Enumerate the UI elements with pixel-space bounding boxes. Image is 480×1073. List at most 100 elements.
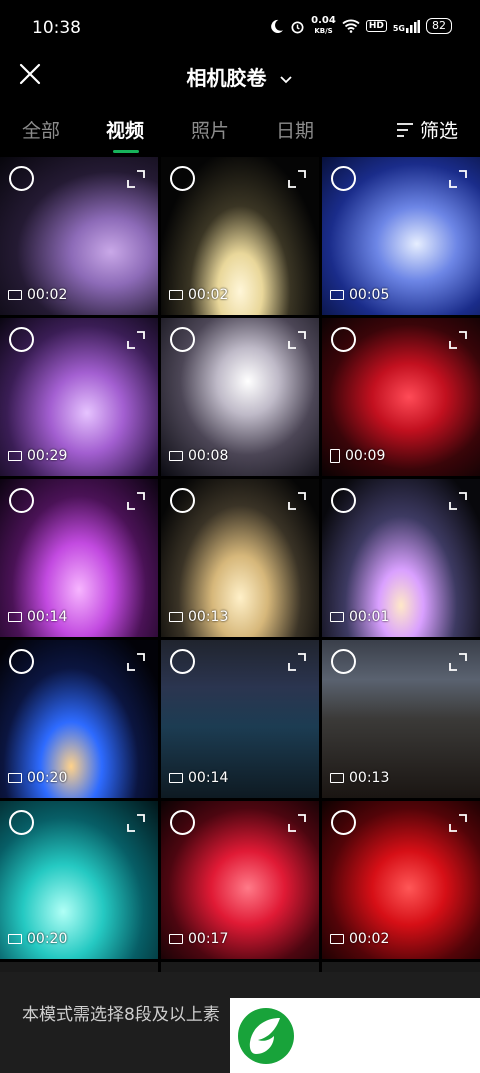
video-icon: [330, 934, 344, 944]
chevron-down-icon: [280, 75, 293, 83]
video-thumbnail[interactable]: 00:14: [161, 640, 319, 798]
video-thumbnail[interactable]: 00:29: [0, 318, 158, 476]
video-icon: [330, 290, 344, 300]
expand-icon[interactable]: [448, 652, 468, 672]
net-speed-value: 0.04: [311, 15, 336, 26]
video-thumbnail[interactable]: 00:02: [322, 801, 480, 959]
expand-icon[interactable]: [126, 169, 146, 189]
expand-icon[interactable]: [287, 652, 307, 672]
video-thumbnail[interactable]: 00:13: [322, 640, 480, 798]
wifi-icon: [342, 19, 360, 33]
duration-text: 00:29: [27, 448, 68, 464]
video-duration: 00:13: [330, 770, 389, 786]
select-circle-icon[interactable]: [170, 488, 195, 513]
video-thumbnail[interactable]: 00:20: [0, 640, 158, 798]
video-icon: [8, 290, 22, 300]
video-icon: [330, 449, 340, 463]
expand-icon[interactable]: [287, 330, 307, 350]
tab-videos[interactable]: 视频: [106, 116, 144, 143]
video-duration: 00:14: [8, 609, 67, 625]
video-thumbnail[interactable]: 00:02: [0, 157, 158, 315]
filter-button[interactable]: 筛选: [396, 116, 458, 143]
video-duration: 00:29: [8, 448, 67, 464]
tab-active-indicator: [113, 150, 139, 153]
select-circle-icon[interactable]: [9, 810, 34, 835]
video-duration: 00:17: [169, 931, 228, 947]
net-speed-unit: KB/S: [314, 27, 333, 35]
expand-icon[interactable]: [448, 330, 468, 350]
select-circle-icon[interactable]: [9, 166, 34, 191]
tab-date[interactable]: 日期: [276, 116, 314, 143]
expand-icon[interactable]: [287, 813, 307, 833]
select-circle-icon[interactable]: [9, 327, 34, 352]
header: 相机胶卷: [0, 50, 480, 100]
duration-text: 00:20: [27, 770, 68, 786]
video-duration: 00:14: [169, 770, 228, 786]
video-duration: 00:13: [169, 609, 228, 625]
signal-label: 5G: [392, 23, 405, 33]
tab-photos[interactable]: 照片: [191, 116, 229, 143]
video-duration: 00:02: [169, 287, 228, 303]
net-speed: 0.04 KB/S: [311, 16, 336, 36]
video-icon: [169, 290, 183, 300]
video-thumbnail[interactable]: 00:17: [161, 801, 319, 959]
select-circle-icon[interactable]: [9, 488, 34, 513]
video-thumbnail[interactable]: 00:01: [322, 479, 480, 637]
video-thumbnail[interactable]: 00:08: [161, 318, 319, 476]
duration-text: 00:09: [345, 448, 386, 464]
selection-hint: 本模式需选择8段及以上素: [22, 1005, 220, 1025]
video-duration: 00:05: [330, 287, 389, 303]
video-thumbnail[interactable]: 00:05: [322, 157, 480, 315]
video-icon: [169, 773, 183, 783]
select-circle-icon[interactable]: [331, 810, 356, 835]
expand-icon[interactable]: [287, 169, 307, 189]
select-circle-icon[interactable]: [170, 649, 195, 674]
expand-icon[interactable]: [448, 813, 468, 833]
app-logo: [230, 998, 480, 1073]
alarm-icon: [291, 20, 304, 33]
video-duration: 00:20: [8, 770, 67, 786]
select-circle-icon[interactable]: [331, 166, 356, 191]
expand-icon[interactable]: [287, 491, 307, 511]
video-icon: [330, 612, 344, 622]
select-circle-icon[interactable]: [170, 166, 195, 191]
select-circle-icon[interactable]: [331, 327, 356, 352]
expand-icon[interactable]: [126, 813, 146, 833]
video-icon: [8, 773, 22, 783]
video-duration: 00:09: [330, 448, 385, 464]
video-thumbnail[interactable]: 00:20: [0, 801, 158, 959]
video-thumbnail[interactable]: 00:02: [161, 157, 319, 315]
video-icon: [169, 934, 183, 944]
expand-icon[interactable]: [126, 330, 146, 350]
album-selector[interactable]: 相机胶卷: [0, 62, 480, 91]
duration-text: 00:20: [27, 931, 68, 947]
select-circle-icon[interactable]: [331, 649, 356, 674]
hd-badge: HD: [365, 20, 387, 32]
select-circle-icon[interactable]: [170, 327, 195, 352]
duration-text: 00:13: [188, 609, 229, 625]
video-duration: 00:02: [8, 287, 67, 303]
video-thumbnail[interactable]: 00:09: [322, 318, 480, 476]
select-circle-icon[interactable]: [331, 488, 356, 513]
tab-all[interactable]: 全部: [22, 116, 60, 143]
video-thumbnail[interactable]: 00:14: [0, 479, 158, 637]
filter-label: 筛选: [419, 120, 458, 142]
video-icon: [8, 934, 22, 944]
expand-icon[interactable]: [448, 169, 468, 189]
video-duration: 00:08: [169, 448, 228, 464]
video-duration: 00:01: [330, 609, 389, 625]
leaf-logo-icon: [238, 1008, 294, 1064]
expand-icon[interactable]: [126, 491, 146, 511]
select-circle-icon[interactable]: [170, 810, 195, 835]
duration-text: 00:01: [349, 609, 390, 625]
video-duration: 00:02: [330, 931, 389, 947]
select-circle-icon[interactable]: [9, 649, 34, 674]
tab-bar: 全部 视频 照片 日期 筛选: [0, 108, 480, 154]
video-thumbnail[interactable]: 00:13: [161, 479, 319, 637]
moon-icon: [271, 19, 284, 33]
status-icons: 0.04 KB/S HD 5G 82: [269, 16, 452, 36]
expand-icon[interactable]: [448, 491, 468, 511]
video-icon: [8, 612, 22, 622]
duration-text: 00:13: [349, 770, 390, 786]
expand-icon[interactable]: [126, 652, 146, 672]
